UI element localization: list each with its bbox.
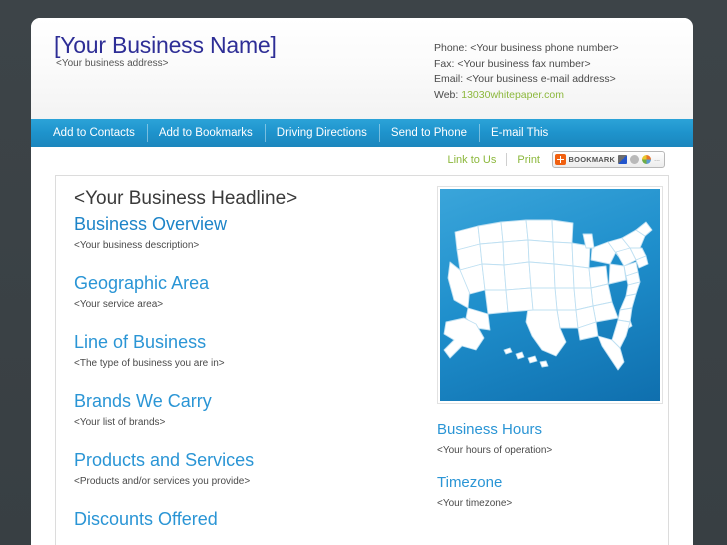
section-body-timezone: <Your timezone> — [437, 497, 669, 511]
nav-item-add-to-bookmarks[interactable]: Add to Bookmarks — [147, 119, 265, 147]
share-icon-gray[interactable] — [630, 155, 639, 164]
desktop-background: [Your Business Name] <Your business addr… — [0, 0, 727, 545]
page-header: [Your Business Name] <Your business addr… — [31, 18, 693, 119]
plus-icon — [555, 154, 566, 165]
section-spacer — [437, 458, 669, 470]
section-spacer — [74, 430, 429, 448]
contact-phone: Phone: <Your business phone number> — [434, 41, 619, 57]
nav-item-driving-directions[interactable]: Driving Directions — [265, 119, 379, 147]
section-title-timezone: Timezone — [437, 470, 669, 495]
contact-info-block: Phone: <Your business phone number> Fax:… — [434, 41, 619, 103]
section-body-business-hours: <Your hours of operation> — [437, 444, 669, 458]
print-link[interactable]: Print — [507, 154, 550, 166]
contact-fax: Fax: <Your business fax number> — [434, 57, 619, 73]
utility-links: Link to Us Print — [437, 153, 550, 166]
utility-row: Link to Us Print BOOKMARK ... — [31, 147, 693, 175]
contact-web-label: Web: — [434, 89, 458, 101]
nav-item-send-to-phone[interactable]: Send to Phone — [379, 119, 479, 147]
us-map-icon — [440, 189, 660, 401]
section-title-discounts-offered: Discounts Offered — [74, 507, 429, 532]
section-title-brands-we-carry: Brands We Carry — [74, 389, 429, 414]
contact-email: Email: <Your business e-mail address> — [434, 72, 619, 88]
us-map-image — [440, 189, 660, 401]
bookmark-share-widget[interactable]: BOOKMARK ... — [552, 151, 665, 168]
section-title-business-hours: Business Hours — [437, 417, 669, 442]
share-icon-multicolor[interactable] — [642, 155, 651, 164]
section-body-geographic-area: <Your service area> — [74, 298, 429, 312]
nav-item-email-this[interactable]: E-mail This — [479, 119, 560, 147]
us-map-frame — [437, 186, 663, 404]
section-spacer — [74, 371, 429, 389]
business-name: [Your Business Name] — [54, 32, 277, 59]
contact-web: Web: 13030whitepaper.com — [434, 88, 619, 104]
section-spacer — [74, 489, 429, 507]
left-column: <Your Business Headline> Business Overvi… — [74, 186, 429, 532]
right-column: Business Hours <Your hours of operation>… — [437, 186, 669, 511]
section-title-line-of-business: Line of Business — [74, 330, 429, 355]
business-address: <Your business address> — [56, 58, 169, 69]
more-share-dots[interactable]: ... — [654, 156, 660, 163]
section-body-brands-we-carry: <Your list of brands> — [74, 416, 429, 430]
section-spacer — [74, 312, 429, 330]
page-headline: <Your Business Headline> — [74, 186, 429, 212]
section-spacer — [74, 253, 429, 271]
link-to-us-link[interactable]: Link to Us — [437, 154, 506, 166]
nav-item-add-to-contacts[interactable]: Add to Contacts — [41, 119, 147, 147]
primary-nav: Add to Contacts Add to Bookmarks Driving… — [31, 119, 693, 147]
bookmark-label: BOOKMARK — [569, 155, 616, 164]
share-icon-blue[interactable] — [618, 155, 627, 164]
content-panel: <Your Business Headline> Business Overvi… — [55, 175, 669, 545]
section-body-products-and-services: <Products and/or services you provide> — [74, 475, 429, 489]
section-body-line-of-business: <The type of business you are in> — [74, 357, 429, 371]
section-title-business-overview: Business Overview — [74, 212, 429, 237]
section-title-products-and-services: Products and Services — [74, 448, 429, 473]
contact-web-link[interactable]: 13030whitepaper.com — [461, 89, 564, 101]
section-title-geographic-area: Geographic Area — [74, 271, 429, 296]
page-sheet: [Your Business Name] <Your business addr… — [31, 18, 693, 545]
section-body-business-overview: <Your business description> — [74, 239, 429, 253]
